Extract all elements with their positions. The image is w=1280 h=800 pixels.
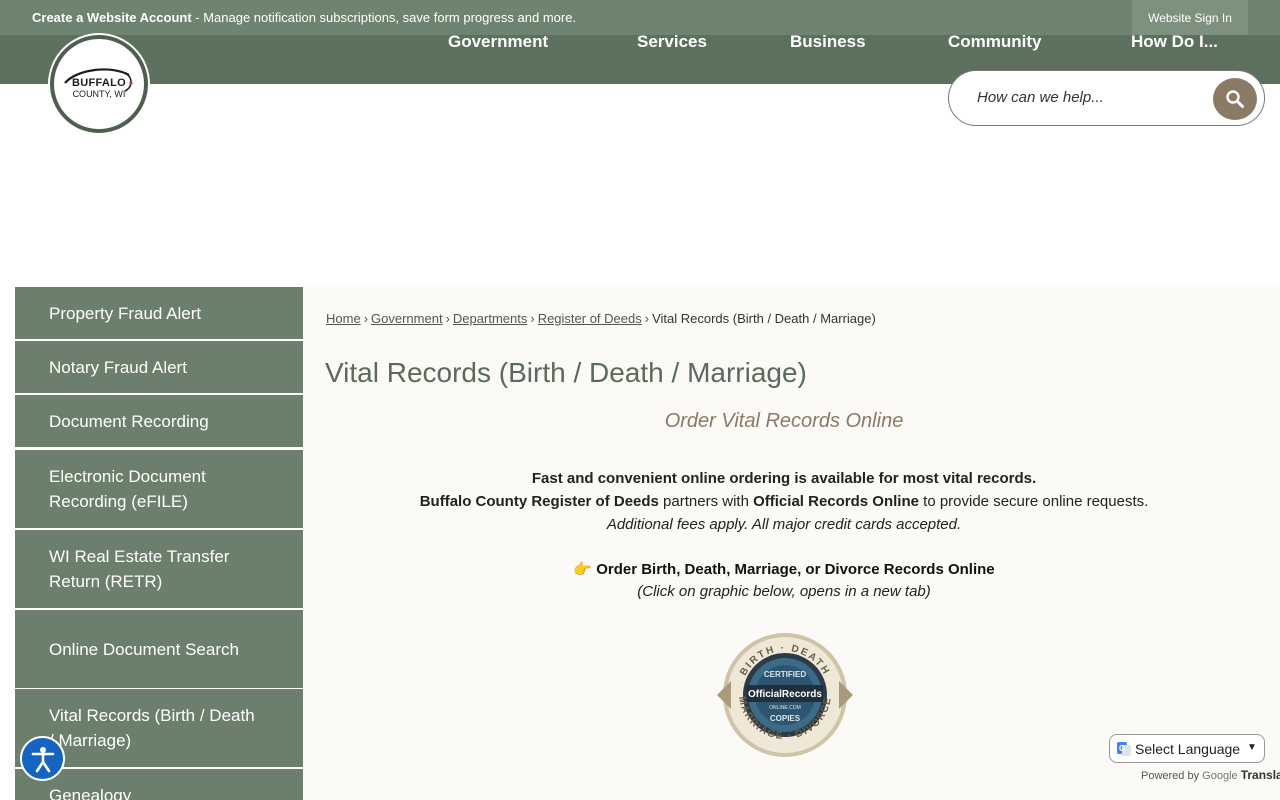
- nav-services[interactable]: Services: [637, 32, 707, 52]
- nav-community[interactable]: Community: [948, 32, 1042, 52]
- partner-line: Buffalo County Register of Deeds partner…: [303, 493, 1265, 510]
- chevron-down-icon: ▼: [1247, 742, 1257, 753]
- website-sign-in-button[interactable]: Website Sign In: [1132, 0, 1248, 35]
- breadcrumb-departments[interactable]: Departments: [453, 311, 527, 326]
- search-input[interactable]: [977, 89, 1207, 106]
- sidebar-navigation: Property Fraud Alert Notary Fraud Alert …: [15, 287, 303, 800]
- language-select[interactable]: G Select Language ▼: [1109, 734, 1265, 763]
- site-search: [948, 70, 1265, 126]
- search-button[interactable]: [1213, 78, 1257, 120]
- breadcrumb-current: Vital Records (Birth / Death / Marriage): [652, 311, 876, 326]
- accessibility-icon: [31, 746, 54, 772]
- sidebar-item-document-recording[interactable]: Document Recording: [15, 395, 303, 447]
- nav-government[interactable]: Government: [448, 32, 548, 52]
- svg-text:G: G: [1119, 744, 1125, 753]
- official-records-seal-link[interactable]: BIRTH · DEATH MARRIAGE · DIVORCE CERTIFI…: [717, 631, 853, 759]
- page-title: Vital Records (Birth / Death / Marriage): [325, 357, 807, 388]
- create-account-link[interactable]: Create a Website Account: [32, 10, 192, 25]
- create-account-message[interactable]: Create a Website Account - Manage notifi…: [32, 10, 576, 25]
- certified-copies-seal-icon: BIRTH · DEATH MARRIAGE · DIVORCE CERTIFI…: [717, 633, 853, 757]
- sidebar-item-notary-fraud-alert[interactable]: Notary Fraud Alert: [15, 341, 303, 393]
- fees-note: Additional fees apply. All major credit …: [606, 516, 962, 533]
- breadcrumb-separator: ›: [644, 311, 650, 326]
- svg-text:COPIES: COPIES: [770, 714, 801, 723]
- county-logo[interactable]: BUFFALO COUNTY, WI: [50, 35, 148, 133]
- breadcrumb-register-of-deeds[interactable]: Register of Deeds: [538, 311, 642, 326]
- breadcrumb-government[interactable]: Government: [371, 311, 443, 326]
- pointing-hand-icon: 👉: [573, 561, 593, 578]
- partner-text: partners with: [658, 493, 754, 510]
- page-subtitle: Order Vital Records Online: [664, 410, 904, 432]
- sidebar-item-online-document-search[interactable]: Online Document Search: [15, 610, 303, 688]
- nav-how-do-i[interactable]: How Do I...: [1131, 32, 1218, 52]
- breadcrumb-home[interactable]: Home: [326, 311, 361, 326]
- nav-business[interactable]: Business: [790, 32, 866, 52]
- svg-text:CERTIFIED: CERTIFIED: [764, 670, 806, 679]
- logo-text-buffalo: BUFFALO: [71, 76, 127, 89]
- breadcrumb: Home › Government › Departments › Register of …: [326, 311, 876, 326]
- create-account-description: - Manage notification subscriptions, sav…: [191, 10, 577, 25]
- sidebar-item-electronic-document-recording[interactable]: Electronic Document Recording (eFILE): [15, 450, 303, 528]
- breadcrumb-separator: ›: [445, 311, 450, 326]
- notification-bar: Create a Website Account - Manage notifi…: [0, 0, 1280, 35]
- order-line: 👉 Order Birth, Death, Marriage, or Divor…: [303, 560, 1265, 578]
- breadcrumb-separator: ›: [530, 311, 535, 326]
- powered-by-text: Powered by: [1141, 770, 1200, 782]
- intro-line: Fast and convenient online ordering is a…: [531, 470, 1037, 487]
- language-select-label: Select Language: [1135, 741, 1241, 757]
- register-of-deeds-name: Buffalo County Register of Deeds: [419, 493, 659, 510]
- official-records-name: Official Records Online: [753, 493, 919, 510]
- order-records-link[interactable]: Order Birth, Death, Marriage, or Divorce…: [596, 561, 994, 578]
- partner-text-end: to provide secure online requests.: [918, 493, 1149, 510]
- search-icon: [1226, 90, 1244, 108]
- google-translate-icon: G: [1117, 742, 1131, 756]
- accessibility-button[interactable]: [20, 736, 65, 781]
- powered-by-google: Powered by Google Translate: [1141, 768, 1280, 782]
- sidebar-item-property-fraud-alert[interactable]: Property Fraud Alert: [15, 287, 303, 339]
- logo-text-county: COUNTY, WI: [72, 88, 126, 99]
- sidebar-item-wi-real-estate-transfer[interactable]: WI Real Estate Transfer Return (RETR): [15, 530, 303, 608]
- svg-text:ONLINE.COM: ONLINE.COM: [769, 705, 801, 711]
- click-note: (Click on graphic below, opens in a new …: [637, 583, 931, 600]
- main-content: Home › Government › Departments › Register of …: [303, 287, 1280, 800]
- breadcrumb-separator: ›: [363, 311, 369, 326]
- svg-text:OfficialRecords: OfficialRecords: [748, 689, 822, 700]
- google-text: Google: [1202, 770, 1238, 782]
- translate-link[interactable]: Translate: [1241, 768, 1280, 782]
